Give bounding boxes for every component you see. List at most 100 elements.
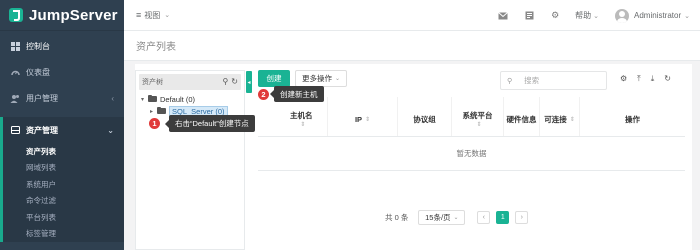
sidebar-group-assets: 资产管理 ⌄ 资产列表 网域列表 系统用户 命令过滤 平台列表 标签管理 [0, 117, 124, 242]
sort-icon: ⇕ [476, 122, 482, 128]
main-content: 资产树 ⚲ ↻ ▾ Default (0) ▸ SQL_Server (0) ◂… [135, 64, 692, 250]
sidebar-item-gauge[interactable]: 仪表盘 [0, 59, 124, 85]
pagination: 共 0 条 15条/页 ⌄ ‹ 1 › [258, 207, 685, 227]
view-label: 视图 [144, 10, 161, 20]
chevron-down-icon: ⌄ [107, 125, 114, 135]
column-header-hardware: 硬件信息 [504, 97, 540, 136]
card-icon[interactable] [523, 10, 535, 22]
annotation-tooltip-create-host: 创建新主机 [274, 86, 324, 102]
tree-search-actions: ⚲ ↻ [222, 77, 238, 86]
users-icon [10, 93, 20, 103]
sidebar-item-users[interactable]: 用户管理 ‹ [0, 85, 124, 111]
sidebar-subitem-platform-list[interactable]: 平台列表 [3, 209, 124, 226]
asset-tree-panel: 资产树 ⚲ ↻ ▾ Default (0) ▸ SQL_Server (0) [135, 70, 245, 250]
column-header-platform[interactable]: 系统平台 ⇕ [452, 97, 504, 136]
sidebar-item-assets[interactable]: 资产管理 ⌄ [3, 117, 124, 143]
download-icon[interactable]: ⤓ [651, 74, 655, 84]
annotation-tooltip-create-node: 右击“Default”创建节点 [169, 115, 255, 132]
column-header-ip[interactable]: IP ⇕ [328, 97, 398, 136]
column-header-connectivity[interactable]: 可连接 ⇕ [540, 97, 580, 136]
brand[interactable]: JumpServer [0, 0, 124, 31]
user-name: Administrator [634, 11, 682, 20]
sidebar: JumpServer 控制台 仪表盘 用户管理 ‹ 资产管理 ⌄ 资产列表 网域… [0, 0, 124, 250]
tree-search-input[interactable]: 资产树 ⚲ ↻ [139, 74, 241, 90]
sort-icon: ⇕ [569, 116, 575, 123]
page-size-select[interactable]: 15条/页 ⌄ [418, 209, 466, 225]
gear-icon[interactable]: ⚙ [549, 10, 561, 22]
table-header: 主机名 ⇕ IP ⇕ 协议组 系统平台 ⇕ 硬件信息 可连接 ⇕ 操作 [258, 97, 685, 137]
create-button[interactable]: 创建 [258, 70, 290, 87]
chevron-left-icon: ◂ [247, 79, 251, 86]
sidebar-item-label: 控制台 [26, 41, 50, 51]
folder-icon [148, 94, 157, 102]
settings-icon[interactable]: ⚙ [620, 74, 627, 84]
tree-node-default[interactable]: ▾ Default (0) [136, 93, 244, 105]
sidebar-item-label: 资产管理 [26, 125, 58, 135]
brand-name: JumpServer [29, 6, 118, 24]
column-header-hostname[interactable]: 主机名 ⇕ [258, 97, 328, 136]
caret-down-icon[interactable]: ▾ [141, 96, 148, 103]
upload-icon[interactable]: ⤒ [637, 74, 641, 84]
column-label: 主机名 [290, 111, 313, 120]
more-actions-label: 更多操作 [301, 74, 332, 83]
refresh-icon[interactable]: ↻ [664, 74, 671, 84]
page-heading: 资产列表 [124, 31, 700, 61]
sidebar-item-label: 仪表盘 [26, 67, 50, 77]
gauge-icon [10, 67, 20, 77]
column-label: 系统平台 [462, 111, 493, 120]
asset-table: 主机名 ⇕ IP ⇕ 协议组 系统平台 ⇕ 硬件信息 可连接 ⇕ 操作 暂无数据… [258, 97, 685, 239]
table-tools: ⚙ ⤒ ⤓ ↻ [620, 74, 671, 84]
avatar[interactable] [615, 8, 629, 23]
more-actions-button[interactable]: 更多操作 ⌄ [295, 70, 347, 87]
help-menu-button[interactable]: 帮助 ⌄ [575, 10, 599, 21]
dashboard-icon [10, 41, 20, 51]
chevron-down-icon: ⌄ [334, 76, 341, 82]
total-count: 共 0 条 [385, 212, 409, 222]
search-placeholder: 搜索 [524, 76, 540, 85]
sidebar-item-label: 用户管理 [26, 93, 58, 103]
chevron-left-icon: ‹ [111, 93, 114, 103]
sidebar-subitem-command-filter[interactable]: 命令过滤 [3, 193, 124, 210]
user-menu-button[interactable]: Administrator ⌄ [634, 11, 690, 20]
column-header-protocols: 协议组 [398, 97, 452, 136]
prev-page-button[interactable]: ‹ [477, 210, 491, 224]
top-right-actions: ⚙ 帮助 ⌄ Administrator ⌄ [483, 0, 690, 31]
column-label: IP [354, 114, 363, 124]
sidebar-subitem-domain-list[interactable]: 网域列表 [3, 160, 124, 177]
chevron-down-icon: ⌄ [164, 12, 171, 19]
column-header-actions: 操作 [580, 97, 685, 136]
folder-icon [157, 106, 166, 114]
refresh-icon[interactable]: ↻ [231, 77, 238, 86]
search-icon: ⚲ [507, 77, 513, 85]
tree-search-placeholder: 资产树 [142, 79, 163, 86]
view-menu-button[interactable]: ≡ 视图 ⌄ [136, 10, 170, 21]
chevron-down-icon: ⌄ [593, 13, 599, 20]
jumpserver-logo-icon [9, 8, 23, 22]
sidebar-subitem-asset-list[interactable]: 资产列表 [3, 143, 124, 160]
menu-icon: ≡ [136, 10, 142, 20]
column-label: 可连接 [544, 114, 567, 124]
sidebar-subitem-system-users[interactable]: 系统用户 [3, 176, 124, 193]
tree-node-label: Default (0) [160, 94, 196, 104]
sidebar-subitem-label-manage[interactable]: 标签管理 [3, 226, 124, 243]
chevron-down-icon: ⌄ [453, 214, 459, 221]
inbox-icon [10, 125, 20, 135]
caret-right-icon[interactable]: ▸ [150, 108, 157, 115]
column-label: 操作 [625, 114, 640, 124]
chevron-down-icon: ⌄ [684, 13, 690, 20]
annotation-badge-1: 1 [148, 117, 161, 130]
sort-icon: ⇕ [300, 122, 306, 128]
top-navbar: ≡ 视图 ⌄ ⚙ 帮助 ⌄ Administrator ⌄ [124, 0, 700, 31]
empty-state: 暂无数据 [258, 137, 685, 171]
sidebar-item-dashboard[interactable]: 控制台 [0, 33, 124, 59]
column-label: 硬件信息 [506, 114, 537, 124]
search-input[interactable]: ⚲ 搜索 [500, 71, 607, 90]
page-title: 资产列表 [136, 42, 176, 53]
mail-icon[interactable] [497, 10, 509, 22]
panel-toggle-handle[interactable]: ◂ [246, 71, 252, 93]
column-label: 协议组 [413, 114, 436, 124]
page-button-current[interactable]: 1 [496, 210, 510, 224]
next-page-button[interactable]: › [515, 210, 529, 224]
page-size-value: 15条/页 [425, 212, 451, 222]
search-icon[interactable]: ⚲ [222, 77, 228, 86]
